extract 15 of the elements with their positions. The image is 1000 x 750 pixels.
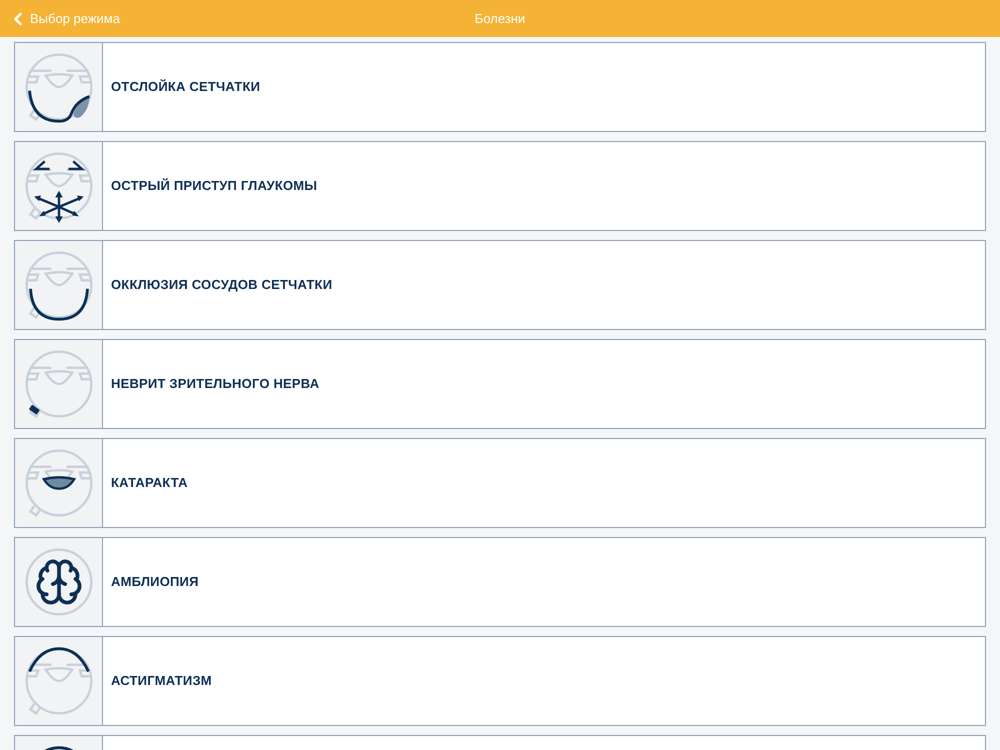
disease-title: НЕВРИТ ЗРИТЕЛЬНОГО НЕРВА [111,375,320,394]
disease-item[interactable]: ОККЛЮЗИЯ СОСУДОВ СЕТЧАТКИ [14,240,986,330]
disease-item[interactable]: АСТИГМАТИЗМ [14,636,986,726]
disease-title: АМБЛИОПИЯ [111,573,199,592]
disease-item[interactable]: АМБЛИОПИЯ [14,537,986,627]
disease-title: ОТСЛОЙКА СЕТЧАТКИ [111,78,260,96]
disease-item[interactable]: НЕВРИТ ЗРИТЕЛЬНОГО НЕРВА [14,339,986,429]
disease-title: КАТАРАКТА [111,474,188,492]
disease-title: ОСТРЫЙ ПРИСТУП ГЛАУКОМЫ [111,177,318,196]
disease-title: АСТИГМАТИЗМ [111,672,212,690]
screen-title: Болезни [474,10,526,28]
disease-item[interactable]: ОТСЛОЙКА СЕТЧАТКИ [14,42,986,132]
disease-item[interactable]: КАТАРАКТА [14,438,986,528]
disease-title: ОККЛЮЗИЯ СОСУДОВ СЕТЧАТКИ [111,276,332,294]
disease-item[interactable]: ОСТРЫЙ ПРИСТУП ГЛАУКОМЫ [14,141,986,231]
